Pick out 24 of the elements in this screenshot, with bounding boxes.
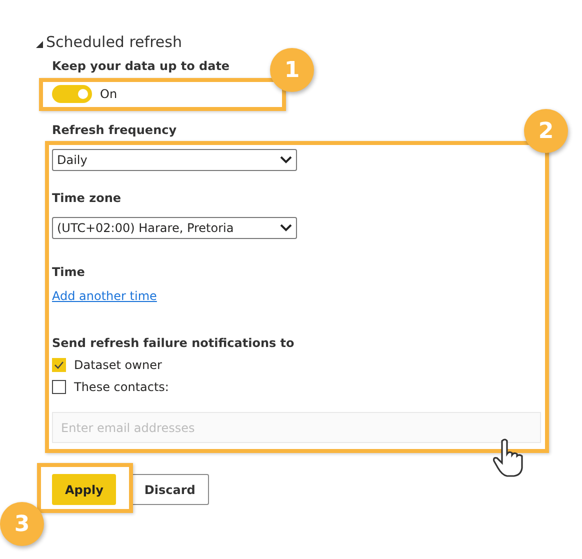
add-time-link[interactable]: Add another time	[52, 289, 157, 303]
apply-button[interactable]: Apply	[52, 474, 116, 505]
hand-cursor-icon	[492, 438, 526, 478]
toggle-state: On	[100, 87, 118, 101]
field-label: Send refresh failure notifications to	[52, 336, 294, 350]
toggle-switch[interactable]	[52, 85, 92, 103]
checkbox-label: Dataset owner	[74, 358, 162, 372]
frequency-dropdown[interactable]: Daily	[52, 149, 297, 171]
callout-number: 3	[0, 502, 44, 546]
collapse-triangle-icon[interactable]	[36, 40, 43, 48]
checkbox-label: These contacts:	[74, 380, 169, 394]
section-title: Scheduled refresh	[46, 33, 182, 51]
time-zone-dropdown[interactable]: (UTC+02:00) Harare, Pretoria	[52, 217, 297, 239]
checkbox[interactable]	[52, 380, 66, 394]
field-label: Time	[52, 265, 85, 279]
toggle-label: Keep your data up to date	[52, 59, 230, 73]
callout-number: 2	[524, 109, 568, 153]
chevron-icon	[280, 156, 292, 164]
callout-number: 1	[270, 48, 314, 92]
chevron-icon	[280, 224, 292, 232]
field-label: Time zone	[52, 191, 122, 205]
field-label: Refresh frequency	[52, 123, 177, 137]
discard-button[interactable]: Discard	[130, 474, 210, 505]
email-field[interactable]: Enter email addresses	[52, 412, 541, 443]
